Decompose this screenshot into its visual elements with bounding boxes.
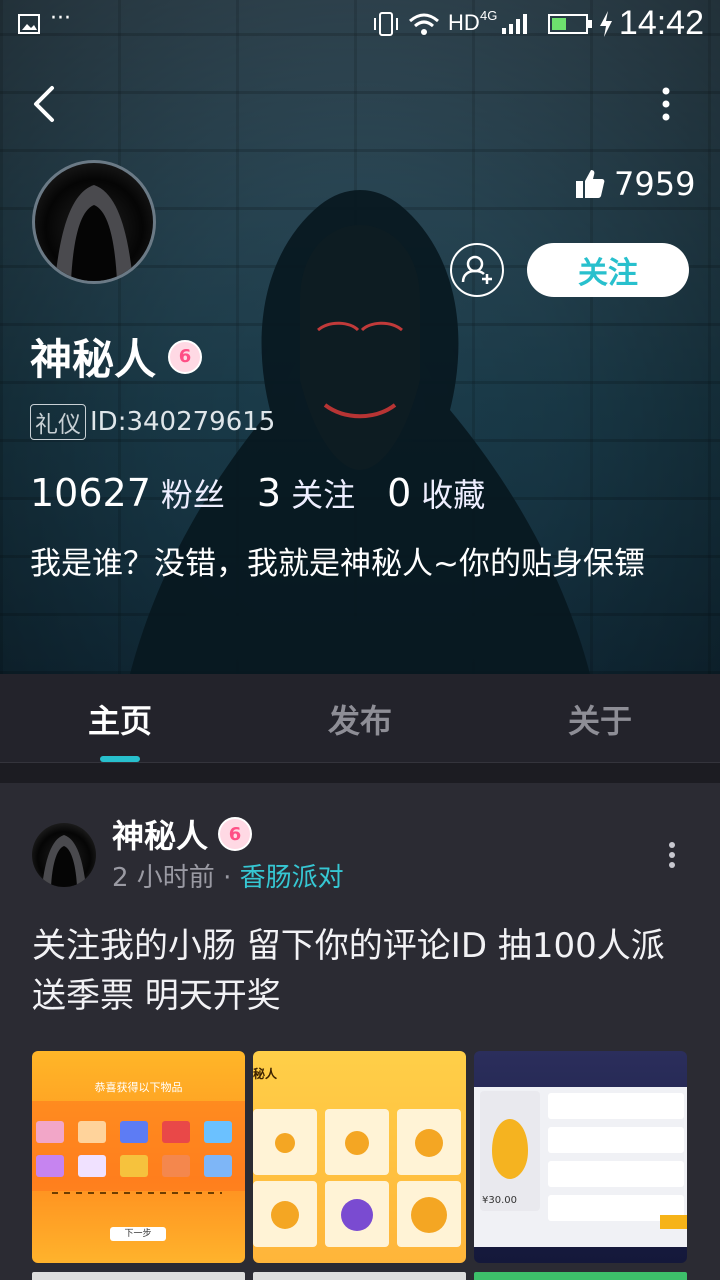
post-images: 恭喜获得以下物品 下一步 秘人 ¥30.00 (32, 1051, 687, 1263)
following-count[interactable]: 3 (257, 471, 281, 515)
vibrate-icon (374, 12, 398, 36)
post-author-row: 神秘人 6 (112, 811, 253, 857)
post-meta: 2 小时前 · 香肠派对 (112, 857, 344, 894)
profile-name-row: 神秘人 6 (30, 326, 203, 387)
post-avatar-hood-image (42, 835, 86, 887)
signal-icon (502, 14, 527, 34)
post-avatar[interactable] (32, 823, 96, 887)
avatar[interactable] (32, 160, 156, 284)
profile-id: ID:340279615 (90, 407, 276, 437)
tab-posts[interactable]: 发布 (240, 696, 480, 742)
more-images-row (32, 1272, 687, 1280)
season-pass-graphic (474, 1087, 687, 1247)
status-bar: ··· HD 4G 14:42 (0, 0, 720, 48)
tab-home[interactable]: 主页 (0, 696, 240, 742)
image-icon (18, 14, 40, 34)
post-image-5-edge[interactable] (253, 1272, 466, 1280)
profile-name: 神秘人 (30, 335, 157, 384)
add-user-icon (461, 255, 492, 284)
coin-packs-graphic (253, 1109, 461, 1247)
post-image-3[interactable]: ¥30.00 (474, 1051, 687, 1263)
level-badge: 6 (168, 339, 203, 374)
season-pass-price: ¥30.00 (482, 1195, 517, 1206)
post-author[interactable]: 神秘人 (112, 811, 208, 857)
battery-icon (548, 14, 592, 34)
profile-bio: 我是谁？没错，我就是神秘人~你的贴身保镖 (30, 546, 645, 582)
following-label[interactable]: 关注 (291, 470, 355, 516)
signal-type-label: 4G (480, 8, 498, 23)
more-vertical-icon[interactable] (648, 82, 684, 126)
post-game-link[interactable]: 香肠派对 (240, 863, 344, 893)
tab-indicator (100, 756, 140, 762)
post-level-badge: 6 (218, 817, 253, 851)
avatar-hood-image (55, 185, 133, 281)
likes-count: 7959 (614, 165, 696, 203)
post-card[interactable]: 神秘人 6 2 小时前 · 香肠派对 关注我的小肠 留下你的评论ID 抽100人… (0, 783, 720, 1280)
followers-label[interactable]: 粉丝 (161, 470, 225, 516)
meta-separator: · (223, 863, 232, 893)
follow-button[interactable]: 关注 (527, 243, 689, 297)
post-image-4-edge[interactable] (32, 1272, 245, 1280)
post-image-2[interactable]: 秘人 (253, 1051, 466, 1263)
followers-count[interactable]: 10627 (30, 471, 151, 515)
next-step-button: 下一步 (110, 1227, 166, 1241)
add-friend-button[interactable] (450, 243, 504, 297)
status-time: 14:42 (618, 4, 704, 42)
charging-icon (600, 11, 612, 37)
post-image-6-edge[interactable] (474, 1272, 687, 1280)
post-more-icon[interactable] (660, 841, 684, 869)
post-time: 2 小时前 (112, 863, 215, 893)
likes-counter[interactable]: 7959 (574, 164, 695, 204)
profile-stats: 10627 粉丝 3 关注 0 收藏 (30, 470, 517, 516)
profile-header: ··· HD 4G 14:42 7959 关注 神秘人 6 礼仪 ID:3402… (0, 0, 720, 674)
network-label: HD (448, 10, 480, 35)
post-image-1[interactable]: 恭喜获得以下物品 下一步 (32, 1051, 245, 1263)
favorites-label[interactable]: 收藏 (421, 470, 485, 516)
favorites-count[interactable]: 0 (387, 471, 411, 515)
profile-id-row: 礼仪 ID:340279615 (30, 404, 275, 440)
profile-tabs: 主页 发布 关于 (0, 674, 720, 763)
more-notifications-icon: ··· (50, 6, 71, 31)
wifi-icon (409, 13, 439, 35)
post-text: 关注我的小肠 留下你的评论ID 抽100人派送季票 明天开奖 (32, 926, 665, 1016)
back-arrow-icon[interactable] (26, 82, 66, 126)
section-divider (0, 763, 720, 783)
thumbs-up-icon (576, 170, 605, 198)
tab-about[interactable]: 关于 (480, 696, 720, 742)
title-tag: 礼仪 (30, 404, 86, 440)
